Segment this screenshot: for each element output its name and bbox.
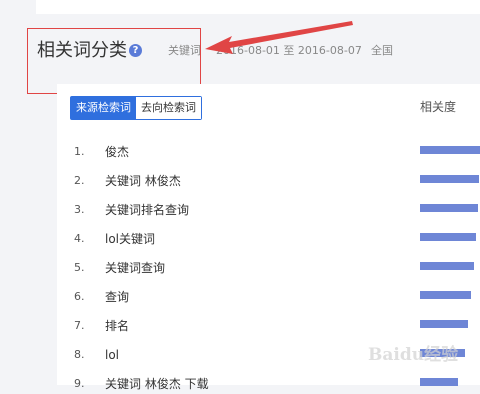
relevance-bar: [420, 233, 476, 241]
relevance-bar: [420, 262, 474, 270]
tab-source-terms[interactable]: 来源检索词: [71, 97, 136, 119]
row-term[interactable]: lol: [105, 347, 119, 363]
table-row: 2. 关键词 林俊杰: [0, 171, 480, 191]
table-row: 6. 查询: [0, 287, 480, 307]
row-rank: 8.: [74, 348, 85, 361]
row-rank: 5.: [74, 261, 85, 274]
row-term[interactable]: 关键词 林俊杰: [105, 173, 181, 189]
row-rank: 3.: [74, 203, 85, 216]
row-term[interactable]: lol关键词: [105, 231, 155, 247]
row-rank: 6.: [74, 290, 85, 303]
row-rank: 2.: [74, 174, 85, 187]
relevance-bar: [420, 291, 471, 299]
relevance-bar: [420, 175, 479, 183]
watermark: Baidu经验: [368, 345, 459, 365]
table-row: 7. 排名: [0, 316, 480, 336]
row-rank: 9.: [74, 377, 85, 390]
row-rank: 1.: [74, 145, 85, 158]
tab-group: 来源检索词 去向检索词: [70, 96, 202, 120]
row-term[interactable]: 关键词查询: [105, 260, 165, 276]
row-term[interactable]: 关键词 林俊杰 下载: [105, 376, 209, 392]
relevance-bar: [420, 146, 480, 154]
row-term[interactable]: 排名: [105, 318, 129, 334]
region-label[interactable]: 全国: [371, 44, 393, 58]
table-row: 9. 关键词 林俊杰 下载: [0, 374, 480, 394]
row-rank: 7.: [74, 319, 85, 332]
table-row: 3. 关键词排名查询: [0, 200, 480, 220]
relevance-bar: [420, 204, 478, 212]
relevance-column-header: 相关度: [420, 100, 457, 114]
date-range[interactable]: 2016-08-01 至 2016-08-07: [216, 44, 362, 58]
row-term[interactable]: 关键词排名查询: [105, 202, 189, 218]
row-term[interactable]: 俊杰: [105, 144, 129, 160]
row-rank: 4.: [74, 232, 85, 245]
row-term[interactable]: 查询: [105, 289, 129, 305]
table-row: 5. 关键词查询: [0, 258, 480, 278]
table-row: 1. 俊杰: [0, 142, 480, 162]
relevance-bar: [420, 320, 468, 328]
top-card: [36, 0, 480, 14]
tab-destination-terms[interactable]: 去向检索词: [136, 97, 201, 119]
table-row: 4. lol关键词: [0, 229, 480, 249]
